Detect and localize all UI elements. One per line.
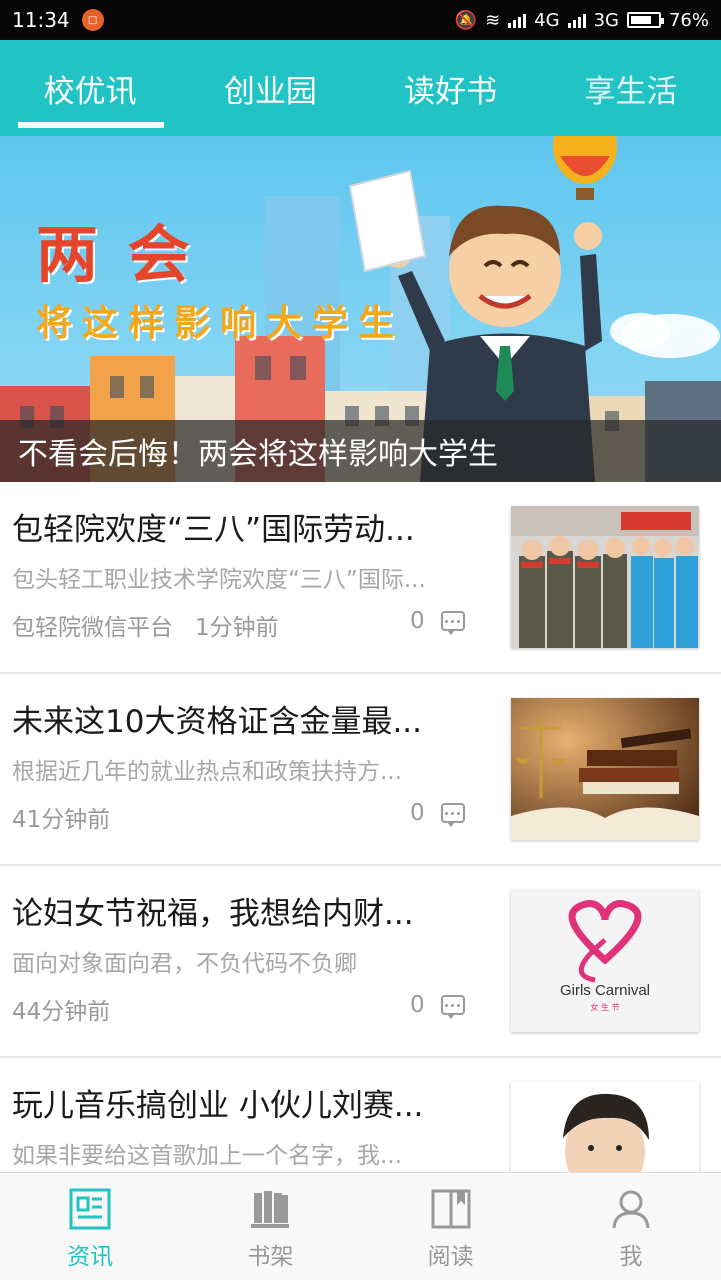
category-tabs: 校优讯 创业园 读好书 享生活 xyxy=(0,40,721,136)
list-item[interactable]: 玩儿音乐搞创业 小伙儿刘赛... 如果非要给这首歌加上一个名字，我... xyxy=(0,1058,721,1172)
list-item[interactable]: 未来这10大资格证含金量最... 根据近几年的就业热点和政策扶持方... 41分… xyxy=(0,674,721,866)
status-indicators: 🔕 ≋ 4G 3G 76% xyxy=(455,10,709,31)
tab-enjoy-life[interactable]: 享生活 xyxy=(541,40,721,136)
banner-caption: 不看会后悔！两会将这样影响大学生 xyxy=(0,420,721,482)
nav-reading[interactable]: 阅读 xyxy=(361,1173,541,1280)
person-icon xyxy=(612,1190,650,1229)
banner-subline: 将这样影响大学生 xyxy=(36,303,405,344)
comment-count-value: 0 xyxy=(410,608,425,634)
news-title: 玩儿音乐搞创业 小伙儿刘赛... xyxy=(12,1088,424,1124)
news-summary: 包头轻工职业技术学院欢度“三八”国际... xyxy=(12,567,426,593)
thumbnail-sub: 女 生 节 xyxy=(590,1003,620,1012)
comment-count[interactable]: 0 xyxy=(410,800,465,827)
comment-icon xyxy=(440,995,465,1019)
nav-label: 资讯 xyxy=(67,1244,114,1270)
banner-carousel[interactable]: 两 会 将这样影响大学生 不看会后悔！两会将这样影响大学生 xyxy=(0,136,721,482)
news-title: 包轻院欢度“三八”国际劳动... xyxy=(12,512,415,548)
comment-icon xyxy=(440,803,465,827)
thumbnail-brand: Girls Carnival xyxy=(559,982,650,999)
news-title: 论妇女节祝福，我想给内财... xyxy=(12,896,414,932)
list-item[interactable]: 论妇女节祝福，我想给内财... 面向对象面向君，不负代码不负卿 44分钟前 0 … xyxy=(0,866,721,1058)
book-open-icon xyxy=(431,1189,471,1229)
news-summary: 如果非要给这首歌加上一个名字，我... xyxy=(12,1143,402,1169)
nav-label: 我 xyxy=(619,1244,643,1270)
tab-campus-news[interactable]: 校优讯 xyxy=(0,40,180,136)
list-item[interactable]: 包轻院欢度“三八”国际劳动... 包头轻工职业技术学院欢度“三八”国际... 包… xyxy=(0,482,721,674)
comment-count-value: 0 xyxy=(410,800,425,826)
wifi-icon: ≋ xyxy=(485,9,501,31)
nav-label: 书架 xyxy=(247,1244,294,1270)
network-label-4g: 4G xyxy=(534,9,560,31)
comment-icon xyxy=(440,611,465,635)
tab-good-books[interactable]: 读好书 xyxy=(361,40,541,136)
news-thumbnail xyxy=(511,698,699,840)
news-icon xyxy=(69,1188,111,1230)
status-time: 11:34 xyxy=(12,8,70,32)
signal-icon-2 xyxy=(567,12,586,28)
news-meta: 包轻院微信平台 1分钟前 xyxy=(12,608,279,642)
banner-headline: 两 会 xyxy=(36,218,194,291)
news-summary: 面向对象面向君，不负代码不负卿 xyxy=(12,951,357,977)
news-source: 包轻院微信平台 xyxy=(12,615,173,641)
news-time: 41分钟前 xyxy=(12,807,111,833)
nav-news[interactable]: 资讯 xyxy=(0,1173,180,1280)
status-bar: 11:34 □ 🔕 ≋ 4G 3G 76% xyxy=(0,0,721,40)
nav-bookshelf[interactable]: 书架 xyxy=(180,1173,360,1280)
bookshelf-icon xyxy=(251,1191,290,1228)
notification-icon: □ xyxy=(81,9,104,31)
news-list: 包轻院欢度“三八”国际劳动... 包头轻工职业技术学院欢度“三八”国际... 包… xyxy=(0,482,721,1172)
news-meta: 41分钟前 xyxy=(12,800,110,834)
mute-icon: 🔕 xyxy=(454,9,478,31)
news-thumbnail: Girls Carnival 女 生 节 xyxy=(511,890,699,1032)
news-time: 1分钟前 xyxy=(195,615,279,641)
comment-count-value: 0 xyxy=(410,992,425,1018)
news-thumbnail xyxy=(511,506,699,648)
tab-startup-park[interactable]: 创业园 xyxy=(180,40,360,136)
news-summary: 根据近几年的就业热点和政策扶持方... xyxy=(12,759,402,785)
news-title: 未来这10大资格证含金量最... xyxy=(12,704,423,740)
comment-count[interactable]: 0 xyxy=(410,992,465,1019)
news-thumbnail xyxy=(511,1082,699,1172)
nav-label: 阅读 xyxy=(427,1244,474,1270)
network-label-3g: 3G xyxy=(593,9,619,31)
battery-icon xyxy=(626,12,664,28)
nav-me[interactable]: 我 xyxy=(541,1173,721,1280)
bottom-nav: 资讯 书架 阅读 我 xyxy=(0,1172,721,1280)
signal-icon xyxy=(508,12,527,28)
news-time: 44分钟前 xyxy=(12,999,111,1025)
news-meta: 44分钟前 xyxy=(12,992,110,1026)
battery-percent: 76% xyxy=(668,9,709,31)
comment-count[interactable]: 0 xyxy=(410,608,465,635)
